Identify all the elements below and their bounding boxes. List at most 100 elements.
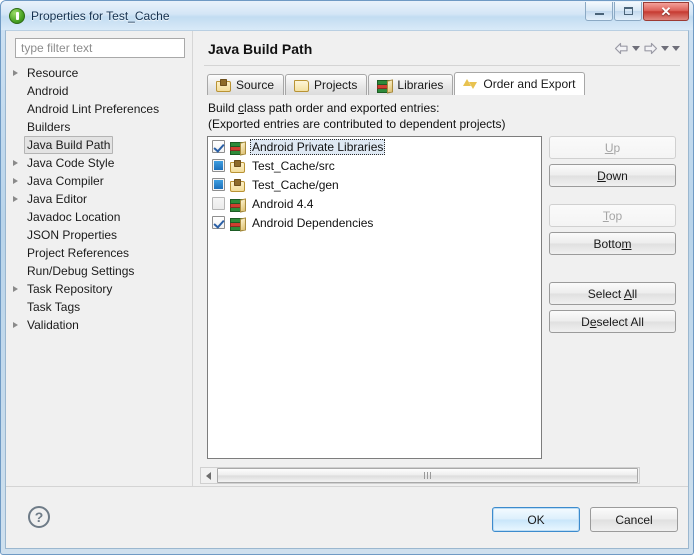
source-package-icon xyxy=(215,78,231,92)
maximize-button[interactable] xyxy=(614,2,642,21)
build-path-entry-row[interactable]: Android Private Libraries xyxy=(208,137,541,156)
title-bar: Properties for Test_Cache ✕ xyxy=(1,1,693,30)
ok-button[interactable]: OK xyxy=(492,507,580,532)
source-package-icon xyxy=(229,159,246,173)
sidebar-item-java-code-style[interactable]: Java Code Style xyxy=(6,154,192,172)
page-navigation xyxy=(614,42,680,55)
expand-arrow-icon[interactable] xyxy=(13,196,18,202)
forward-history-caret-icon[interactable] xyxy=(661,46,669,51)
tab-label: Order and Export xyxy=(483,77,576,91)
entry-label: Test_Cache/gen xyxy=(252,177,339,192)
up-button: Up xyxy=(549,136,676,159)
view-menu-caret-icon[interactable] xyxy=(672,46,680,51)
dialog-body: Resource Android Android Lint Preferences B… xyxy=(5,30,689,549)
tab-label: Source xyxy=(236,78,275,92)
dialog-footer: ? OK Cancel xyxy=(6,487,688,548)
entry-label: Android 4.4 xyxy=(252,196,314,211)
help-icon[interactable]: ? xyxy=(28,506,50,528)
entry-label: Android Dependencies xyxy=(252,215,374,230)
settings-sidebar: Resource Android Android Lint Preferences B… xyxy=(6,31,193,486)
tab-libraries[interactable]: Libraries xyxy=(368,74,454,95)
forward-arrow-icon[interactable] xyxy=(643,42,658,55)
entry-checkbox[interactable] xyxy=(212,159,225,172)
entry-checkbox[interactable] xyxy=(212,178,225,191)
sidebar-item-javadoc-location[interactable]: Javadoc Location xyxy=(6,208,192,226)
expand-arrow-icon[interactable] xyxy=(13,178,18,184)
tab-projects[interactable]: Projects xyxy=(285,74,368,95)
sidebar-item-builders[interactable]: Builders xyxy=(6,118,192,136)
deselect-all-button[interactable]: Deselect All xyxy=(549,310,676,333)
sidebar-item-label: Java Build Path xyxy=(24,136,114,154)
sidebar-item-task-tags[interactable]: Task Tags xyxy=(6,298,192,316)
entry-checkbox[interactable] xyxy=(212,140,225,153)
scroll-left-button[interactable] xyxy=(201,468,216,483)
sidebar-item-validation[interactable]: Validation xyxy=(6,316,192,334)
expand-arrow-icon[interactable] xyxy=(13,286,18,292)
entry-label: Android Private Libraries xyxy=(250,138,386,155)
entry-label: Test_Cache/src xyxy=(252,158,335,173)
sidebar-item-label: Android xyxy=(27,84,69,98)
filter-input[interactable] xyxy=(15,38,185,58)
entry-checkbox[interactable] xyxy=(212,216,225,229)
source-package-icon xyxy=(229,178,246,192)
sidebar-item-resource[interactable]: Resource xyxy=(6,64,192,82)
build-path-tabs: Source Projects Libraries Order and Export xyxy=(207,72,586,95)
sidebar-item-label: Java Code Style xyxy=(27,156,115,170)
back-history-caret-icon[interactable] xyxy=(632,46,640,51)
page-title: Java Build Path xyxy=(208,41,313,57)
sidebar-item-label: JSON Properties xyxy=(27,228,118,242)
sidebar-item-label: Builders xyxy=(27,120,71,134)
horizontal-scrollbar[interactable] xyxy=(200,467,640,484)
order-action-buttons: Up Down Top Bottom Select All Deselect All xyxy=(549,136,681,338)
tab-source[interactable]: Source xyxy=(207,74,285,95)
sidebar-item-label: Validation xyxy=(27,318,79,332)
sidebar-item-java-compiler[interactable]: Java Compiler xyxy=(6,172,192,190)
sidebar-item-java-editor[interactable]: Java Editor xyxy=(6,190,192,208)
libraries-books-icon xyxy=(376,78,392,92)
sidebar-item-json-properties[interactable]: JSON Properties xyxy=(6,226,192,244)
close-button[interactable]: ✕ xyxy=(643,2,689,21)
sidebar-item-label: Javadoc Location xyxy=(27,210,121,224)
minimize-button[interactable] xyxy=(585,2,613,21)
expand-arrow-icon[interactable] xyxy=(13,160,18,166)
expand-arrow-icon[interactable] xyxy=(13,322,18,328)
sidebar-item-java-build-path[interactable]: Java Build Path xyxy=(6,136,192,154)
window-title: Properties for Test_Cache xyxy=(31,8,170,23)
grip-line-icon xyxy=(430,472,431,479)
build-path-entry-row[interactable]: Test_Cache/gen xyxy=(208,175,541,194)
tab-order-and-export[interactable]: Order and Export xyxy=(454,72,586,95)
sidebar-item-label: Project References xyxy=(27,246,130,260)
sidebar-item-android[interactable]: Android xyxy=(6,82,192,100)
order-export-arrows-icon xyxy=(462,77,478,91)
back-arrow-icon[interactable] xyxy=(614,42,629,55)
sidebar-item-android-lint-preferences[interactable]: Android Lint Preferences xyxy=(6,100,192,118)
build-path-entry-row[interactable]: Android Dependencies xyxy=(208,213,541,232)
java-build-path-page: Java Build Path Source Projects Libraries O… xyxy=(194,31,688,486)
library-books-icon xyxy=(229,216,246,230)
cancel-button[interactable]: Cancel xyxy=(590,507,678,532)
tab-label: Libraries xyxy=(397,78,444,92)
description-line-2: (Exported entries are contributed to dep… xyxy=(208,117,506,131)
bottom-button[interactable]: Bottom xyxy=(549,232,676,255)
sidebar-item-run-debug-settings[interactable]: Run/Debug Settings xyxy=(6,262,192,280)
down-button[interactable]: Down xyxy=(549,164,676,187)
entry-checkbox[interactable] xyxy=(212,197,225,210)
library-books-icon xyxy=(229,140,246,154)
window-controls: ✕ xyxy=(584,2,689,21)
sidebar-item-label: Resource xyxy=(27,66,79,80)
build-path-entry-row[interactable]: Test_Cache/src xyxy=(208,156,541,175)
projects-folder-icon xyxy=(293,78,310,92)
scrollbar-thumb[interactable] xyxy=(217,468,638,483)
select-all-button[interactable]: Select All xyxy=(549,282,676,305)
sidebar-item-task-repository[interactable]: Task Repository xyxy=(6,280,192,298)
sidebar-item-label: Java Editor xyxy=(27,192,88,206)
sidebar-item-project-references[interactable]: Project References xyxy=(6,244,192,262)
build-path-entry-row[interactable]: Android 4.4 xyxy=(208,194,541,213)
maximize-icon xyxy=(623,7,633,15)
library-books-icon xyxy=(229,197,246,211)
expand-arrow-icon[interactable] xyxy=(13,70,18,76)
build-path-entries-list[interactable]: Android Private Libraries Test_Cache/src T… xyxy=(207,136,542,459)
eclipse-green-circle-icon xyxy=(9,7,25,24)
sidebar-item-label: Run/Debug Settings xyxy=(27,264,135,278)
description-line-1: Build class path order and exported entr… xyxy=(208,101,440,115)
